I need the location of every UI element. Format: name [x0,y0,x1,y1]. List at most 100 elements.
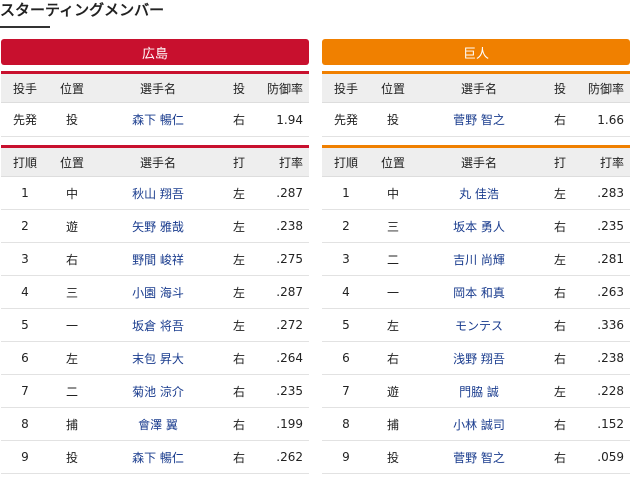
header-pitcher: 投手 [322,72,370,103]
batter-row: 7 遊門脇 誠左 .228 [322,374,630,408]
pitcher-row: 先発 投 菅野 智之 右 1.66 [322,102,630,137]
batter-avg: .228 [578,374,630,408]
team-section-home: 広島 投手 位置 選手名 投 防御率 先発 投 森下 暢仁 右 1.94 打順 … [1,39,309,474]
batting-order-table: 打順 位置 選手名 打 打率 1 中秋山 翔吾左 .287 2 遊矢野 雅哉左 .238 3… [1,145,309,474]
batter-row: 6 左末包 昇大右 .264 [1,341,309,375]
pitcher-hand: 右 [221,102,257,137]
batter-pos: 遊 [370,374,416,408]
batter-name-link[interactable]: 門脇 誠 [416,374,542,408]
batter-hand: 右 [542,308,578,342]
header-player: 選手名 [416,72,542,103]
header-throws: 投 [542,72,578,103]
pitcher-pos: 投 [49,102,95,137]
batter-order: 6 [322,341,370,375]
batter-row: 1中丸 佳浩左 .283 [322,176,630,210]
batter-hand: 左 [542,176,578,210]
batter-name-link[interactable]: 小林 誠司 [416,407,542,441]
batter-order: 2 [1,209,49,243]
header-player: 選手名 [95,72,221,103]
batter-name-link[interactable]: 吉川 尚輝 [416,242,542,276]
batter-pos: 二 [49,374,95,408]
batter-avg: .238 [257,209,309,243]
pitcher-role: 先発 [322,102,370,137]
batter-name-link[interactable]: 秋山 翔吾 [95,176,221,210]
batter-pos: 捕 [370,407,416,441]
batter-order: 4 [1,275,49,309]
pitcher-name-link[interactable]: 菅野 智之 [416,102,542,137]
batter-row: 5 一坂倉 将吾左 .272 [1,308,309,342]
batter-pos: 右 [49,242,95,276]
batter-order: 8 [322,407,370,441]
batter-row: 3 二吉川 尚輝左 .281 [322,242,630,276]
header-position: 位置 [370,146,416,177]
header-player: 選手名 [416,146,542,177]
batter-row: 1 中秋山 翔吾左 .287 [1,176,309,210]
batter-name-link[interactable]: モンテス [416,308,542,342]
batter-avg: .152 [578,407,630,441]
header-pitcher: 投手 [1,72,49,103]
batter-avg: .238 [578,341,630,375]
batter-pos: 捕 [49,407,95,441]
batter-row: 3 右野間 峻祥左 .275 [1,242,309,276]
batter-row: 2 三坂本 勇人右 .235 [322,209,630,243]
batter-order: 9 [322,440,370,474]
pitcher-table: 投手 位置 選手名 投 防御率 先発 投 菅野 智之 右 1.66 [322,71,630,137]
batter-pos: 二 [370,242,416,276]
batter-name-link[interactable]: 野間 峻祥 [95,242,221,276]
header-player: 選手名 [95,146,221,177]
batter-order: 2 [322,209,370,243]
batter-order: 3 [1,242,49,276]
batter-name-link[interactable]: 菅野 智之 [416,440,542,474]
batter-name-link[interactable]: 浅野 翔吾 [416,341,542,375]
batter-avg: .263 [578,275,630,309]
batter-name-link[interactable]: 坂倉 将吾 [95,308,221,342]
batter-name-link[interactable]: 小園 海斗 [95,275,221,309]
batter-avg: .287 [257,176,309,210]
batter-order: 6 [1,341,49,375]
batter-order: 9 [1,440,49,474]
header-bats: 打 [221,146,257,177]
batter-hand: 右 [221,407,257,441]
pitcher-era: 1.66 [578,102,630,137]
batter-name-link[interactable]: 矢野 雅哉 [95,209,221,243]
batter-hand: 右 [221,440,257,474]
header-era: 防御率 [578,72,630,103]
batter-avg: .199 [257,407,309,441]
title-underline [0,26,50,28]
batter-hand: 左 [221,308,257,342]
batter-name-link[interactable]: 岡本 和真 [416,275,542,309]
batter-name-link[interactable]: 坂本 勇人 [416,209,542,243]
batter-name-link[interactable]: 會澤 翼 [95,407,221,441]
batter-hand: 右 [542,407,578,441]
batter-name-link[interactable]: 丸 佳浩 [416,176,542,210]
batter-hand: 左 [542,242,578,276]
header-avg: 打率 [257,146,309,177]
team-name: 広島 [141,46,168,62]
batter-avg: .275 [257,242,309,276]
batter-row: 8 捕會澤 翼右 .199 [1,407,309,441]
batter-order: 1 [322,176,370,210]
pitcher-name-link[interactable]: 森下 暢仁 [95,102,221,137]
batter-row: 8 捕小林 誠司右 .152 [322,407,630,441]
batter-avg: .264 [257,341,309,375]
batter-pos: 投 [370,440,416,474]
batter-pos: 遊 [49,209,95,243]
header-position: 位置 [49,146,95,177]
batter-name-link[interactable]: 菊池 涼介 [95,374,221,408]
header-avg: 打率 [578,146,630,177]
batter-hand: 左 [221,176,257,210]
team-section-away: 巨人 投手 位置 選手名 投 防御率 先発 投 菅野 智之 右 1.66 打順 … [322,39,630,474]
pitcher-era: 1.94 [257,102,309,137]
batter-order: 5 [1,308,49,342]
batter-name-link[interactable]: 森下 暢仁 [95,440,221,474]
batter-order: 4 [322,275,370,309]
batter-pos: 一 [49,308,95,342]
page-title: スターティングメンバー [0,1,165,19]
batter-hand: 右 [221,374,257,408]
header-era: 防御率 [257,72,309,103]
batter-name-link[interactable]: 末包 昇大 [95,341,221,375]
batter-hand: 右 [221,341,257,375]
batter-hand: 左 [221,275,257,309]
batter-row: 6 右浅野 翔吾右 .238 [322,341,630,375]
batter-row: 7 二菊池 涼介右 .235 [1,374,309,408]
